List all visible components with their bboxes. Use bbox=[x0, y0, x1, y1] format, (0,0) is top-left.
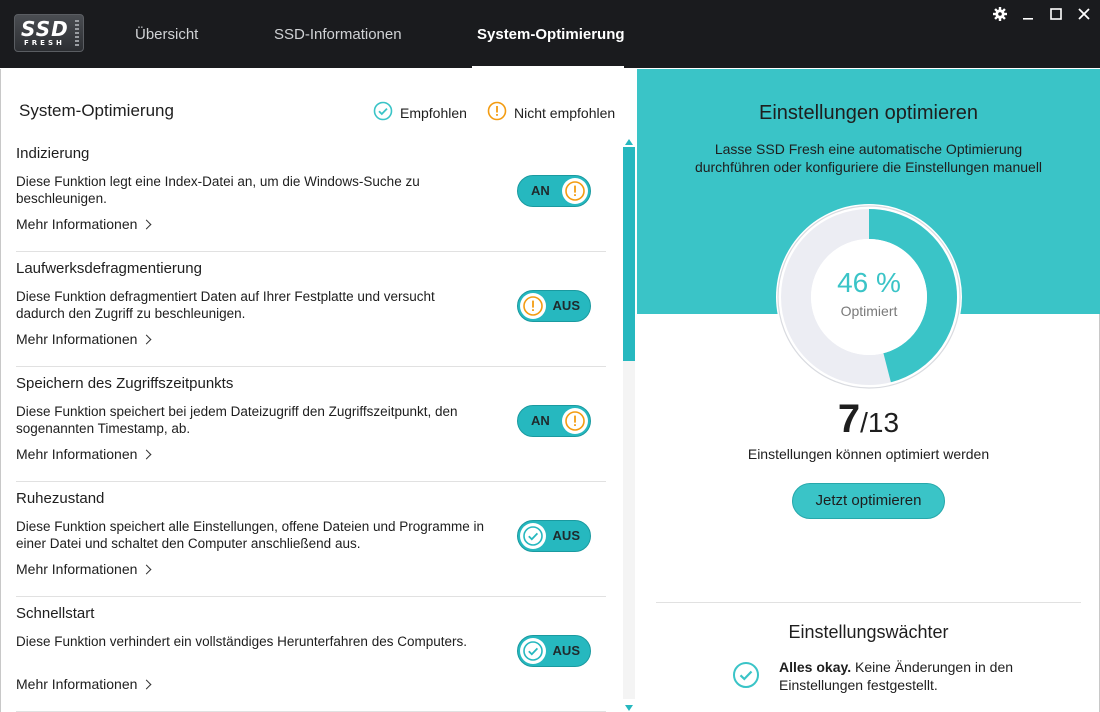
scroll-up-arrow-icon[interactable] bbox=[623, 135, 635, 147]
scroll-down-arrow-icon[interactable] bbox=[623, 701, 635, 712]
tab-ssd-info[interactable]: SSD-Informationen bbox=[274, 0, 402, 68]
scrollbar-thumb[interactable] bbox=[623, 147, 635, 361]
optimizable-count-label: Einstellungen können optimiert werden bbox=[747, 446, 990, 462]
setting-title: Laufwerksdefragmentierung bbox=[16, 260, 202, 277]
legend-not-recommended-label: Nicht empfohlen bbox=[514, 104, 616, 121]
setting-description: Diese Funktion defragmentiert Daten auf … bbox=[16, 289, 435, 321]
more-info-link[interactable]: Mehr Informationen bbox=[16, 331, 152, 347]
setting-row-hibernation: Ruhezustand Diese Funktion speichert all… bbox=[16, 482, 606, 597]
more-info-link[interactable]: Mehr Informationen bbox=[16, 446, 152, 462]
toggle-indexing[interactable]: AN bbox=[517, 175, 591, 207]
toggle-state: AN bbox=[531, 413, 550, 428]
more-info-link[interactable]: Mehr Informationen bbox=[16, 676, 152, 692]
toggle-access-timestamp[interactable]: AN bbox=[517, 405, 591, 437]
check-icon bbox=[373, 101, 393, 124]
warning-icon bbox=[562, 408, 588, 434]
panel-divider bbox=[656, 602, 1081, 603]
scrollbar[interactable] bbox=[622, 135, 636, 712]
check-icon bbox=[732, 661, 760, 694]
logo-subtext: FRESH bbox=[24, 39, 65, 47]
logo-text: SSD bbox=[21, 17, 69, 41]
tab-overview[interactable]: Übersicht bbox=[135, 0, 198, 68]
logo-decoration bbox=[75, 20, 79, 46]
toggle-defragmentation[interactable]: AUS bbox=[517, 290, 591, 322]
summary-title: Einstellungen optimieren bbox=[758, 102, 979, 124]
gear-icon[interactable] bbox=[990, 6, 1010, 24]
setting-title: Schnellstart bbox=[16, 605, 95, 622]
chevron-right-icon bbox=[141, 449, 152, 460]
setting-row-fast-startup: Schnellstart Diese Funktion verhindert e… bbox=[16, 597, 606, 712]
toggle-fast-startup[interactable]: AUS bbox=[517, 635, 591, 667]
optimize-now-button[interactable]: Jetzt optimieren bbox=[792, 483, 945, 519]
legend-not-recommended: Nicht empfohlen bbox=[487, 101, 615, 124]
check-icon bbox=[520, 638, 546, 664]
scrollbar-track[interactable] bbox=[623, 361, 635, 699]
optimized-label: Optimiert bbox=[840, 303, 898, 319]
setting-description: Diese Funktion speichert bei jedem Datei… bbox=[16, 404, 458, 436]
setting-description: Diese Funktion verhindert ein vollständi… bbox=[16, 634, 467, 649]
more-info-label: Mehr Informationen bbox=[16, 676, 138, 692]
setting-description: Diese Funktion legt eine Index-Datei an,… bbox=[16, 174, 420, 206]
app-logo: SSD FRESH bbox=[14, 14, 84, 52]
chevron-right-icon bbox=[141, 334, 152, 345]
setting-title: Speichern des Zugriffszeitpunkts bbox=[16, 375, 234, 392]
tab-system-optimization[interactable]: System-Optimierung bbox=[477, 0, 625, 68]
chevron-right-icon bbox=[141, 564, 152, 575]
chevron-right-icon bbox=[141, 219, 152, 230]
minimize-icon[interactable] bbox=[1018, 6, 1038, 24]
more-info-label: Mehr Informationen bbox=[16, 216, 138, 232]
more-info-label: Mehr Informationen bbox=[16, 446, 138, 462]
optimization-summary-panel: Einstellungen optimieren Lasse SSD Fresh… bbox=[637, 69, 1100, 712]
optimized-percent: 46 % bbox=[837, 267, 901, 298]
watcher-status-bold: Alles okay. bbox=[779, 659, 852, 675]
settings-panel: System-Optimierung Empfohlen Nicht empfo… bbox=[0, 69, 637, 712]
more-info-label: Mehr Informationen bbox=[16, 331, 138, 347]
optimizable-count-total: /13 bbox=[860, 407, 900, 438]
settings-watcher-status: Alles okay. Keine Änderungen in den Eins… bbox=[779, 658, 1019, 694]
warning-icon bbox=[487, 101, 507, 124]
warning-icon bbox=[562, 178, 588, 204]
toggle-state: AUS bbox=[552, 298, 580, 313]
legend-recommended: Empfohlen bbox=[373, 101, 467, 124]
more-info-label: Mehr Informationen bbox=[16, 561, 138, 577]
toggle-state: AN bbox=[531, 183, 550, 198]
summary-subtitle: Lasse SSD Fresh eine automatische Optimi… bbox=[694, 141, 1043, 175]
setting-title: Ruhezustand bbox=[16, 490, 105, 507]
more-info-link[interactable]: Mehr Informationen bbox=[16, 216, 152, 232]
toggle-state: AUS bbox=[552, 528, 580, 543]
legend-recommended-label: Empfohlen bbox=[400, 104, 467, 121]
optimizable-count-value: 7 bbox=[837, 397, 861, 441]
close-icon[interactable] bbox=[1074, 6, 1094, 24]
settings-watcher-title: Einstellungswächter bbox=[788, 622, 949, 642]
more-info-link[interactable]: Mehr Informationen bbox=[16, 561, 152, 577]
setting-row-access-timestamp: Speichern des Zugriffszeitpunkts Diese F… bbox=[16, 367, 606, 482]
optimizable-count: 7/13 bbox=[637, 397, 1100, 442]
setting-row-defragmentation: Laufwerksdefragmentierung Diese Funktion… bbox=[16, 252, 606, 367]
section-title: System-Optimierung bbox=[19, 101, 174, 120]
toggle-hibernation[interactable]: AUS bbox=[517, 520, 591, 552]
warning-icon bbox=[520, 293, 546, 319]
setting-row-indexing: Indizierung Diese Funktion legt eine Ind… bbox=[16, 137, 606, 252]
check-icon bbox=[520, 523, 546, 549]
toggle-state: AUS bbox=[552, 643, 580, 658]
setting-title: Indizierung bbox=[16, 145, 90, 162]
title-bar: SSD FRESH Übersicht SSD-Informationen Sy… bbox=[0, 0, 1100, 69]
maximize-icon[interactable] bbox=[1046, 6, 1066, 24]
chevron-right-icon bbox=[141, 679, 152, 690]
setting-description: Diese Funktion speichert alle Einstellun… bbox=[16, 519, 485, 551]
